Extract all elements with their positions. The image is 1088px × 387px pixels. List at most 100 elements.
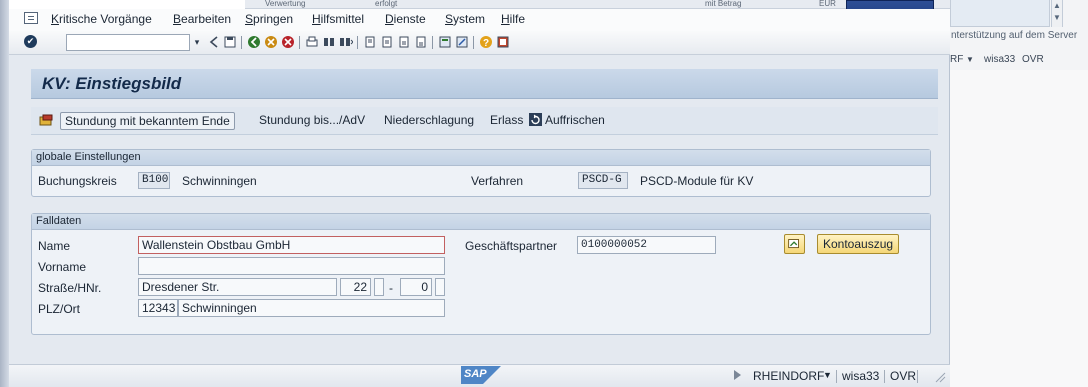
toolbar-separator <box>432 36 433 49</box>
find-next-icon[interactable] <box>339 35 353 49</box>
background-cell: EUR <box>819 0 836 8</box>
status-separator <box>836 370 837 383</box>
create-session-icon[interactable] <box>438 35 452 49</box>
background-cell: mit Betrag <box>705 0 742 8</box>
geschaeftspartner-label: Geschäftspartner <box>465 239 558 253</box>
menu-bar: Kritische Vorgänge Bearbeiten Springen H… <box>9 9 950 31</box>
command-history-dropdown[interactable]: ▾ <box>191 34 203 51</box>
hausnummer-separator: - <box>389 281 393 295</box>
group-heading: globale Einstellungen <box>32 150 930 166</box>
next-page-icon[interactable] <box>397 35 411 49</box>
toolbar-separator <box>299 36 300 49</box>
last-page-icon[interactable] <box>414 35 428 49</box>
cancel-icon[interactable] <box>281 35 295 49</box>
background-scrollbar[interactable]: ▲ ▼ <box>1051 0 1063 27</box>
command-field[interactable] <box>66 34 190 51</box>
toolbar-separator <box>473 36 474 49</box>
back-green-icon[interactable] <box>247 35 261 49</box>
verfahren-field: PSCD-G <box>578 172 628 189</box>
toolbar-separator <box>241 36 242 49</box>
background-table-row: Verwertung erfolgt mit Betrag EUR <box>245 0 950 9</box>
verfahren-label: Verfahren <box>471 174 524 188</box>
name-label: Name <box>38 239 71 253</box>
menu-hilfsmittel[interactable]: Hilfsmittel <box>312 12 364 26</box>
standard-toolbar: ✔ ▾ ? <box>9 31 950 55</box>
svg-text:?: ? <box>483 38 489 49</box>
strasse-input[interactable]: Dresdener Str. <box>138 278 337 296</box>
ort-input[interactable]: Schwinningen <box>178 299 445 317</box>
verfahren-text: PSCD-Module für KV <box>640 174 754 188</box>
buchungskreis-text: Schwinningen <box>182 174 257 188</box>
background-cell: Verwertung <box>265 0 306 8</box>
status-bar: SAP RHEINDORF ▼ wisa33 OVR <box>9 364 950 387</box>
auffrischen-button[interactable]: Auffrischen <box>545 113 605 127</box>
hausnummer-zusatz-input[interactable] <box>435 278 445 296</box>
enter-icon[interactable]: ✔ <box>24 35 37 48</box>
kontoauszug-button[interactable]: Kontoauszug <box>817 234 900 254</box>
resize-grip-icon[interactable] <box>934 371 946 383</box>
group-heading: Falldaten <box>32 214 930 230</box>
menu-springen[interactable]: Springen <box>245 12 293 26</box>
menu-kritische-vorgaenge[interactable]: Kritische Vorgänge <box>51 12 152 26</box>
find-icon[interactable] <box>322 35 336 49</box>
menu-bearbeiten[interactable]: Bearbeiten <box>173 12 231 26</box>
screen-title-bar: KV: Einstiegsbild <box>31 69 938 99</box>
save-icon[interactable] <box>223 35 237 49</box>
falldaten-group: Falldaten Name Wallenstein Obstbau GmbH … <box>31 213 931 335</box>
sap-logo-text: SAP <box>464 368 487 380</box>
geschaeftspartner-input[interactable]: 0100000052 <box>577 236 716 254</box>
menu-system[interactable]: System <box>445 12 485 26</box>
sap-main-window: _ □ x Kritische Vorgänge Bearbeiten Spri… <box>9 0 950 387</box>
hausnummer-input[interactable]: 22 <box>340 278 371 296</box>
menu-dienste[interactable]: Dienste <box>385 12 426 26</box>
background-hint-text: nterstützung auf dem Server <box>951 30 1078 41</box>
background-window-edge <box>0 0 9 387</box>
layout-icon[interactable] <box>496 35 510 49</box>
menu-hilfe[interactable]: Hilfe <box>501 12 525 26</box>
buchungskreis-field: B100 <box>138 172 170 189</box>
buchungskreis-label: Buchungskreis <box>38 174 117 188</box>
background-mode: OVR <box>1022 54 1044 65</box>
background-system-name: RF <box>950 54 964 65</box>
plz-input[interactable]: 12343 <box>138 299 178 317</box>
input-mode: OVR <box>890 369 917 383</box>
background-statusbar: RF ▼ wisa33 OVR <box>950 50 1088 70</box>
scroll-up-icon[interactable]: ▲ <box>1052 0 1062 12</box>
shortcut-icon[interactable] <box>455 35 469 49</box>
menu-window-icon[interactable] <box>24 12 38 24</box>
partner-display-button[interactable] <box>784 234 805 254</box>
name-input[interactable]: Wallenstein Obstbau GmbH <box>138 236 445 254</box>
system-dropdown-icon[interactable]: ▼ <box>823 370 832 380</box>
help-icon[interactable]: ? <box>479 35 493 49</box>
hausnummer-bis-input[interactable]: 0 <box>400 278 432 296</box>
stundung-adv-button[interactable]: Stundung bis.../AdV <box>259 113 365 127</box>
background-textbox <box>950 0 1050 27</box>
niederschlagung-button[interactable]: Niederschlagung <box>384 113 474 127</box>
print-icon[interactable] <box>305 35 319 49</box>
first-page-icon[interactable] <box>363 35 377 49</box>
application-toolbar: Stundung mit bekanntem Ende Stundung bis… <box>31 107 938 135</box>
strasse-label: Straße/HNr. <box>38 281 102 295</box>
global-settings-group: globale Einstellungen Buchungskreis B100… <box>31 149 931 197</box>
vorname-input[interactable] <box>138 257 445 275</box>
exit-icon[interactable] <box>264 35 278 49</box>
scroll-down-icon[interactable]: ▼ <box>1052 12 1062 24</box>
status-separator <box>917 370 918 383</box>
status-expand-icon[interactable] <box>734 370 741 380</box>
plz-ort-label: PLZ/Ort <box>38 302 81 316</box>
status-separator <box>884 370 885 383</box>
client-name: wisa33 <box>842 369 880 383</box>
background-client: wisa33 <box>984 54 1016 65</box>
vorname-label: Vorname <box>38 260 87 274</box>
stundung-bekanntes-ende-button[interactable]: Stundung mit bekanntem Ende <box>60 112 235 130</box>
erlass-button[interactable]: Erlass <box>490 113 523 127</box>
deferral-icon[interactable] <box>39 113 54 128</box>
hausnummer-spacer <box>374 278 384 296</box>
refresh-icon[interactable] <box>528 112 543 127</box>
system-name: RHEINDORF <box>753 369 825 383</box>
back-icon[interactable] <box>207 35 221 49</box>
prev-page-icon[interactable] <box>380 35 394 49</box>
background-empty-area <box>950 70 1088 387</box>
display-object-icon <box>788 239 799 249</box>
page-title: KV: Einstiegsbild <box>42 74 182 93</box>
